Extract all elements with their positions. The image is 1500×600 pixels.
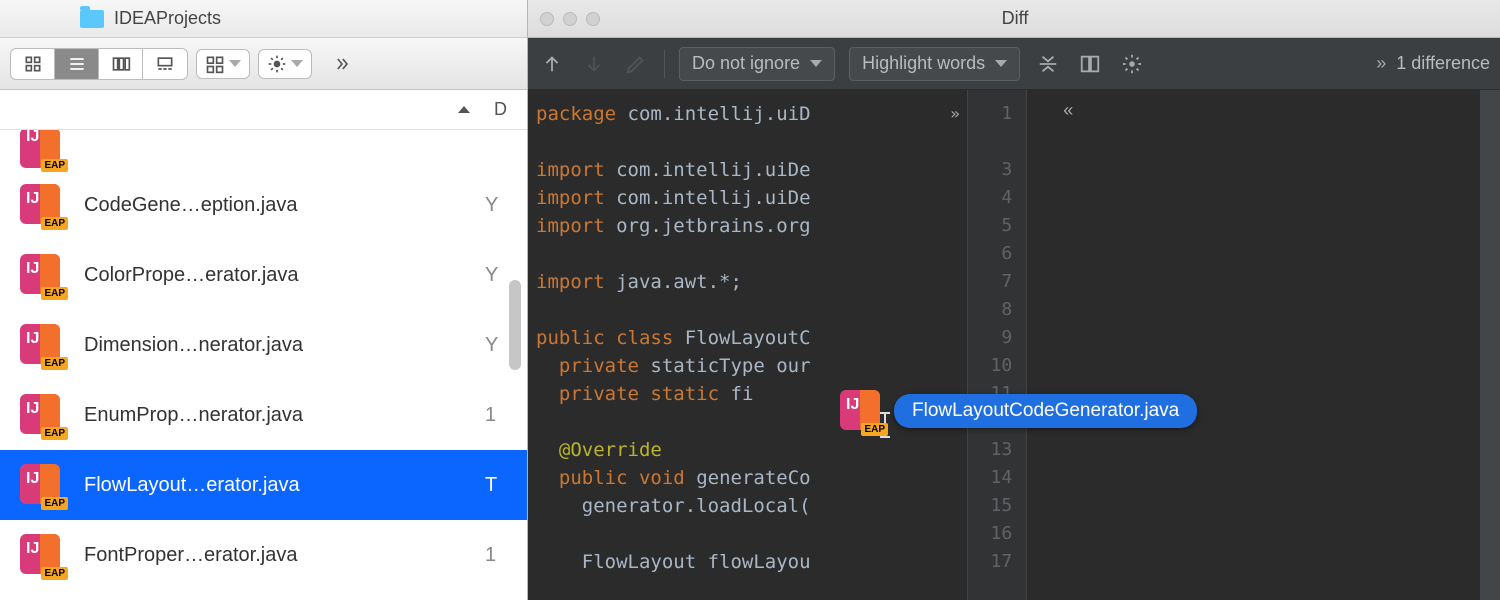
file-row[interactable]: IJEAP EnumProp…nerator.java 1 bbox=[0, 380, 527, 450]
diff-window: Diff Do not ignore Highlight words » 1 d… bbox=[528, 0, 1500, 600]
sort-ascending-icon bbox=[458, 106, 470, 113]
diff-scrollbar[interactable] bbox=[1480, 90, 1500, 600]
sync-scroll-button[interactable] bbox=[1076, 50, 1104, 78]
file-row[interactable]: IJEAP FlowLayout…erator.java T bbox=[0, 450, 527, 520]
expand-icon: » bbox=[1376, 53, 1386, 74]
separator bbox=[664, 50, 665, 78]
view-gallery-button[interactable] bbox=[143, 49, 187, 79]
file-meta: 1 bbox=[485, 404, 509, 427]
view-icon-button[interactable] bbox=[11, 49, 55, 79]
line-number-gutter[interactable]: » 1 34567891011121314151617 bbox=[967, 90, 1027, 600]
chevron-down-icon bbox=[229, 60, 241, 67]
scrollbar-thumb[interactable] bbox=[509, 280, 521, 370]
file-row[interactable]: IJEAP Dimension…nerator.java Y bbox=[0, 310, 527, 380]
left-code-pane[interactable]: package com.intellij.uiD import com.inte… bbox=[528, 90, 967, 600]
intellij-file-icon: IJEAP bbox=[18, 182, 64, 228]
ignore-combo-label: Do not ignore bbox=[692, 53, 800, 74]
column-header-row[interactable]: D bbox=[0, 90, 527, 130]
diff-toolbar: Do not ignore Highlight words » 1 differ… bbox=[528, 38, 1500, 90]
toolbar-overflow-button[interactable] bbox=[320, 49, 364, 79]
file-name: FontProper…erator.java bbox=[84, 544, 465, 567]
view-list-button[interactable] bbox=[55, 49, 99, 79]
highlight-mode-combo[interactable]: Highlight words bbox=[849, 47, 1020, 81]
window-controls[interactable] bbox=[540, 12, 600, 26]
diff-count-label: 1 difference bbox=[1396, 53, 1490, 74]
folder-icon bbox=[80, 10, 104, 28]
finder-window: IDEAProjects bbox=[0, 0, 528, 600]
file-name: ColorPrope…erator.java bbox=[84, 264, 465, 287]
file-meta: T bbox=[485, 474, 509, 497]
finder-titlebar[interactable]: IDEAProjects bbox=[0, 0, 527, 38]
group-by-button[interactable] bbox=[196, 49, 250, 79]
collapse-marker-icon[interactable]: « bbox=[1063, 100, 1073, 121]
file-meta: Y bbox=[485, 264, 509, 287]
next-diff-button[interactable] bbox=[580, 50, 608, 78]
diff-titlebar[interactable]: Diff bbox=[528, 0, 1500, 38]
file-list[interactable]: IJ EAP IJEAP CodeGene…eption.java Y IJEA… bbox=[0, 130, 527, 600]
file-row[interactable]: IJEAP CodeGene…eption.java Y bbox=[0, 170, 527, 240]
column-header-trailing: D bbox=[494, 99, 507, 120]
intellij-file-icon: IJEAP bbox=[18, 392, 64, 438]
file-name: EnumProp…nerator.java bbox=[84, 404, 465, 427]
file-name: FlowLayout…erator.java bbox=[84, 474, 465, 497]
chevron-down-icon bbox=[995, 60, 1007, 67]
diff-title: Diff bbox=[610, 8, 1500, 29]
file-row[interactable]: IJ EAP bbox=[0, 130, 527, 170]
file-name: Dimension…nerator.java bbox=[84, 334, 465, 357]
right-code-pane[interactable]: « bbox=[1027, 90, 1480, 600]
diff-count: » 1 difference bbox=[1376, 53, 1490, 74]
view-mode-group bbox=[10, 48, 188, 80]
view-columns-button[interactable] bbox=[99, 49, 143, 79]
highlight-combo-label: Highlight words bbox=[862, 53, 985, 74]
minimize-traffic-light[interactable] bbox=[563, 12, 577, 26]
edit-button[interactable] bbox=[622, 50, 650, 78]
file-row[interactable]: IJEAP FontProper…erator.java 1 bbox=[0, 520, 527, 590]
file-row[interactable]: IJEAP ColorPrope…erator.java Y bbox=[0, 240, 527, 310]
finder-toolbar bbox=[0, 38, 527, 90]
chevron-down-icon bbox=[810, 60, 822, 67]
prev-diff-button[interactable] bbox=[538, 50, 566, 78]
close-traffic-light[interactable] bbox=[540, 12, 554, 26]
intellij-file-icon: IJEAP bbox=[18, 252, 64, 298]
intellij-file-icon: IJEAP bbox=[18, 322, 64, 368]
file-meta: Y bbox=[485, 334, 509, 357]
settings-button[interactable] bbox=[1118, 50, 1146, 78]
text-cursor-icon bbox=[884, 412, 886, 438]
intellij-file-icon: IJ EAP bbox=[18, 140, 64, 170]
diff-body: package com.intellij.uiD import com.inte… bbox=[528, 90, 1500, 600]
expand-marker-icon[interactable]: » bbox=[950, 100, 960, 128]
finder-title: IDEAProjects bbox=[114, 8, 221, 29]
action-menu-button[interactable] bbox=[258, 49, 312, 79]
collapse-unchanged-button[interactable] bbox=[1034, 50, 1062, 78]
zoom-traffic-light[interactable] bbox=[586, 12, 600, 26]
file-name: CodeGene…eption.java bbox=[84, 194, 465, 217]
ignore-whitespace-combo[interactable]: Do not ignore bbox=[679, 47, 835, 81]
file-meta: 1 bbox=[485, 544, 509, 567]
intellij-file-icon: IJEAP bbox=[18, 462, 64, 508]
chevron-down-icon bbox=[291, 60, 303, 67]
file-meta: Y bbox=[485, 194, 509, 217]
intellij-file-icon: IJEAP bbox=[18, 532, 64, 578]
